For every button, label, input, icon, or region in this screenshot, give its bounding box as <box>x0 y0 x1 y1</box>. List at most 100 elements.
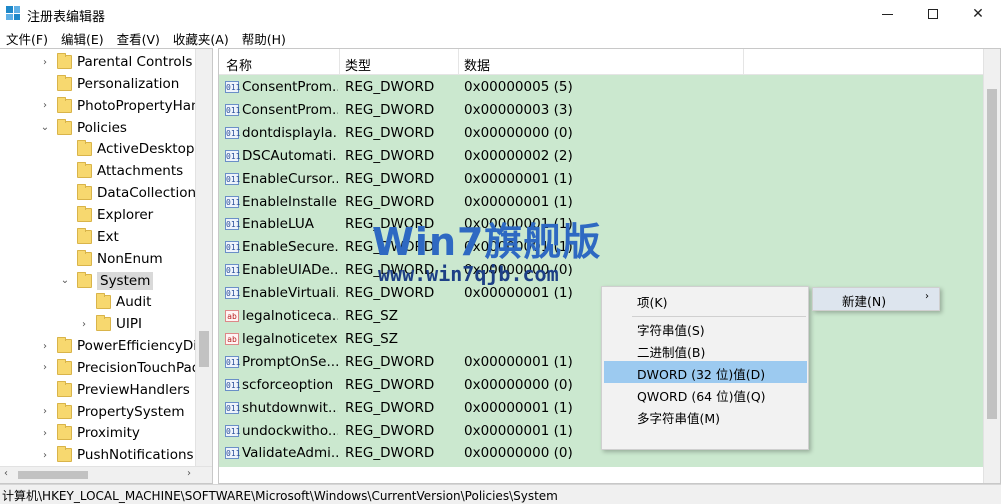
value-name: PromptOnSe... <box>242 353 338 370</box>
registry-tree[interactable]: › Parental Controls Personalization › PhotoP… <box>0 48 213 484</box>
column-divider[interactable] <box>743 49 744 75</box>
minimize-button[interactable] <box>864 0 910 28</box>
maximize-button[interactable] <box>910 0 956 28</box>
value-type: REG_DWORD <box>345 216 435 233</box>
value-row[interactable]: 011 EnableLUA REG_DWORD 0x00000001 (1) <box>219 213 985 236</box>
tree-item-nonenum[interactable]: NonEnum <box>60 248 163 270</box>
scroll-left-icon[interactable]: ‹ <box>4 468 8 479</box>
value-type: REG_DWORD <box>345 445 435 462</box>
menu-item-new[interactable]: 新建(N) › <box>813 288 939 310</box>
tree-item-label: PushNotifications <box>77 447 194 464</box>
value-row[interactable]: 011 EnableCursor... REG_DWORD 0x00000001 (1… <box>219 168 985 191</box>
tree-horizontal-scrollbar[interactable]: ‹ › <box>0 466 212 483</box>
menu-edit[interactable]: 编辑(E) <box>59 29 110 48</box>
tree-item-datacollection[interactable]: DataCollection <box>60 182 196 204</box>
folder-icon <box>57 424 72 441</box>
column-data-header[interactable]: 数据 <box>464 55 490 74</box>
scroll-thumb[interactable] <box>199 331 209 367</box>
menu-item-string-value[interactable]: 字符串值(S) <box>604 317 807 339</box>
value-data: 0x00000001 (1) <box>464 216 573 233</box>
chevron-right-icon[interactable]: › <box>40 450 50 461</box>
tree-item-proximity[interactable]: › Proximity <box>40 422 140 444</box>
tree-item-parental-controls[interactable]: › Parental Controls <box>40 51 192 73</box>
tree-item-policies[interactable]: ⌄ Policies <box>40 117 127 139</box>
chevron-right-icon[interactable]: › <box>40 406 50 417</box>
column-divider[interactable] <box>458 49 459 75</box>
tree-item-label: UIPI <box>116 316 142 333</box>
folder-icon <box>77 162 92 179</box>
folder-icon <box>57 53 72 69</box>
binary-value-icon: 011 <box>225 241 241 254</box>
tree-item-activedesktop[interactable]: ActiveDesktop <box>60 138 194 160</box>
chevron-right-icon[interactable]: › <box>40 428 50 439</box>
chevron-right-icon[interactable]: › <box>40 341 50 352</box>
menu-help[interactable]: 帮助(H) <box>240 29 292 48</box>
column-name-header[interactable]: 名称 <box>226 55 252 74</box>
folder-icon <box>77 184 92 201</box>
menu-item-key[interactable]: 项(K) <box>604 289 807 311</box>
value-name: ConsentProm... <box>242 101 338 118</box>
tree-item-explorer[interactable]: Explorer <box>60 204 153 226</box>
value-row[interactable]: 011 EnableUIADe... REG_DWORD 0x00000000 (0) <box>219 259 985 282</box>
regedit-app-icon <box>6 6 20 20</box>
value-data: 0x00000001 (1) <box>464 193 573 210</box>
tree-vertical-scrollbar[interactable] <box>195 49 212 483</box>
value-row[interactable]: 011EnableInstalle... REG_DWORD 0x00000001 … <box>219 191 985 214</box>
value-type: REG_DWORD <box>345 376 435 393</box>
tree-item-previewhandlers[interactable]: PreviewHandlers <box>40 379 190 401</box>
menu-item-qword-value[interactable]: QWORD (64 位)值(Q) <box>604 383 807 405</box>
value-row[interactable]: 011 dontdisplayla... REG_DWORD 0x00000000 (… <box>219 122 985 145</box>
menu-file[interactable]: 文件(F) <box>4 29 54 48</box>
binary-value-icon: 011 <box>225 287 241 300</box>
values-vertical-scrollbar[interactable] <box>983 49 1000 483</box>
tree-item-attachments[interactable]: Attachments <box>60 160 183 182</box>
tree-item-uipi[interactable]: › UIPI <box>79 313 142 335</box>
menu-item-binary-value[interactable]: 二进制值(B) <box>604 339 807 361</box>
value-type: REG_DWORD <box>345 170 435 187</box>
chevron-right-icon[interactable]: › <box>79 319 89 330</box>
tree-item-propertysystem[interactable]: › PropertySystem <box>40 401 184 423</box>
close-button[interactable]: ✕ <box>955 0 1001 28</box>
folder-icon <box>77 249 92 266</box>
value-name: EnableInstalle... <box>242 193 338 210</box>
value-data: 0x00000003 (3) <box>464 101 573 118</box>
value-type: REG_DWORD <box>345 124 435 141</box>
scroll-right-icon[interactable]: › <box>187 468 191 479</box>
close-icon: ✕ <box>972 6 984 22</box>
value-type: REG_DWORD <box>345 285 435 302</box>
tree-item-powerefficiencydia[interactable]: › PowerEfficiencyDia <box>40 335 205 357</box>
menu-item-dword-value[interactable]: DWORD (32 位)值(D) <box>604 361 807 383</box>
menu-view[interactable]: 查看(V) <box>115 29 166 48</box>
value-row[interactable]: 011 ConsentProm... REG_DWORD 0x00000005 (5) <box>219 76 985 99</box>
chevron-right-icon[interactable]: › <box>40 57 50 68</box>
tree-item-ext[interactable]: Ext <box>60 226 119 248</box>
tree-item-audit[interactable]: Audit <box>79 291 151 313</box>
tree-item-label: ActiveDesktop <box>97 141 195 158</box>
scroll-thumb[interactable] <box>987 89 997 419</box>
scroll-thumb[interactable] <box>18 471 88 479</box>
chevron-down-icon[interactable]: ⌄ <box>60 275 70 286</box>
maximize-icon <box>928 9 938 19</box>
tree-item-system[interactable]: ⌄ System <box>60 270 154 292</box>
value-data: 0x00000001 (1) <box>464 353 573 370</box>
folder-icon <box>57 358 72 375</box>
tree-item-label: PropertySystem <box>77 403 185 420</box>
chevron-down-icon[interactable]: ⌄ <box>40 122 50 133</box>
tree-item-precisiontouchpad[interactable]: › PrecisionTouchPad <box>40 357 200 379</box>
column-divider[interactable] <box>339 49 340 75</box>
menu-favorites[interactable]: 收藏夹(A) <box>171 29 235 48</box>
chevron-right-icon[interactable]: › <box>40 362 50 373</box>
tree-item-personalization[interactable]: Personalization <box>40 73 179 95</box>
value-row[interactable]: 011 EnableSecure... REG_DWORD 0x00000001 (1… <box>219 236 985 259</box>
column-type-header[interactable]: 类型 <box>345 55 371 74</box>
tree-item-photopropertyhan[interactable]: › PhotoPropertyHan <box>40 95 200 117</box>
chevron-right-icon[interactable]: › <box>40 100 50 111</box>
value-row[interactable]: 011 ConsentProm... REG_DWORD 0x00000003 (3) <box>219 99 985 122</box>
value-row[interactable]: 011 DSCAutomati... REG_DWORD 0x00000002 (2) <box>219 145 985 168</box>
value-type: REG_DWORD <box>345 79 435 95</box>
tree-item-label: PreviewHandlers <box>77 381 190 398</box>
tree-item-pushnotifications[interactable]: › PushNotifications <box>40 444 194 466</box>
menu-item-multi-string-value[interactable]: 多字符串值(M) <box>604 405 807 427</box>
value-type: REG_DWORD <box>345 422 435 439</box>
binary-value-icon: 011 <box>225 355 241 368</box>
